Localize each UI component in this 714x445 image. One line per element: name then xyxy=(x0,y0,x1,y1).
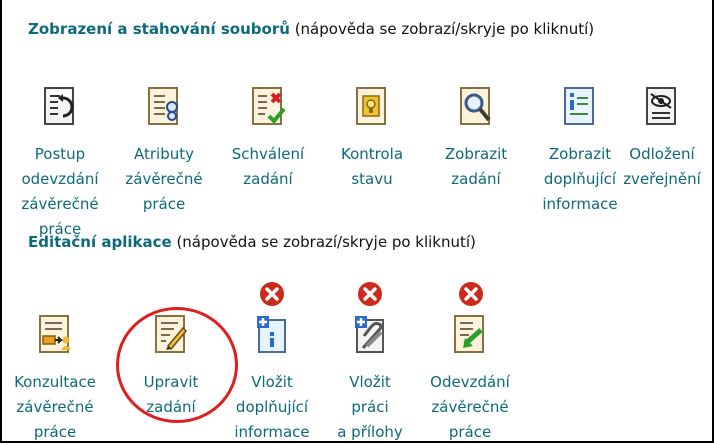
tile-edit-assignment[interactable]: Upravit zadání xyxy=(122,314,220,420)
unavailable-x-icon xyxy=(458,281,484,307)
tile-submit-thesis[interactable]: Odevzdání závěrečné práce xyxy=(418,314,522,445)
status-check-icon xyxy=(353,86,391,126)
tile-label[interactable]: Zobrazit zadání xyxy=(424,142,528,192)
tile-publication-deferral[interactable]: Odložení zveřejnění xyxy=(612,86,712,192)
tile-label[interactable]: Odložení zveřejnění xyxy=(612,142,712,192)
tile-label[interactable]: Odevzdání závěrečné práce xyxy=(418,370,522,445)
tile-label[interactable]: Vložit doplňující informace xyxy=(220,370,324,445)
tile-label[interactable]: Upravit zadání xyxy=(122,370,220,420)
tile-label[interactable]: Schválení zadání xyxy=(216,142,320,192)
publication-deferral-icon xyxy=(643,86,681,126)
insert-thesis-attachments-icon xyxy=(351,314,389,354)
tile-thesis-consultations[interactable]: Konzultace závěrečné práce xyxy=(6,314,104,445)
tile-view-assignment[interactable]: Zobrazit zadání xyxy=(424,86,528,192)
assignment-approval-icon xyxy=(249,86,287,126)
insert-supplementary-info-icon xyxy=(253,314,291,354)
section-edit-hint: (nápověda se zobrazí/skryje po kliknutí) xyxy=(171,233,476,251)
tile-label[interactable]: Konzultace závěrečné práce xyxy=(6,370,104,445)
tile-insert-thesis-attachments[interactable]: Vložit práci a přílohy xyxy=(322,314,418,445)
tile-thesis-attributes[interactable]: Atributy závěrečné práce xyxy=(112,86,216,217)
section-edit-header[interactable]: Editační aplikace (nápověda se zobrazí/s… xyxy=(28,233,476,251)
section-download-hint: (nápověda se zobrazí/skryje po kliknutí) xyxy=(289,20,595,38)
tile-label[interactable]: Vložit práci a přílohy xyxy=(322,370,418,445)
section-edit-title[interactable]: Editační aplikace xyxy=(28,233,172,251)
section-download-header[interactable]: Zobrazení a stahování souborů (nápověda … xyxy=(28,20,594,38)
thesis-attributes-icon xyxy=(145,86,183,126)
thesis-submission-progress-icon xyxy=(41,86,79,126)
thesis-consultations-icon xyxy=(36,314,74,354)
supplementary-info-icon xyxy=(561,86,599,126)
tile-label[interactable]: Atributy závěrečné práce xyxy=(112,142,216,217)
tile-label[interactable]: Postup odevzdání závěrečné práce xyxy=(8,142,112,242)
edit-assignment-icon xyxy=(152,314,190,354)
section-download-title[interactable]: Zobrazení a stahování souborů xyxy=(28,20,290,38)
tile-insert-supplementary-info[interactable]: Vložit doplňující informace xyxy=(220,314,324,445)
tile-status-check[interactable]: Kontrola stavu xyxy=(320,86,424,192)
tile-label[interactable]: Kontrola stavu xyxy=(320,142,424,192)
submit-thesis-icon xyxy=(451,314,489,354)
tile-assignment-approval[interactable]: Schválení zadání xyxy=(216,86,320,192)
unavailable-x-icon xyxy=(357,281,383,307)
view-assignment-icon xyxy=(457,86,495,126)
tile-thesis-submission-progress[interactable]: Postup odevzdání závěrečné práce xyxy=(8,86,112,242)
unavailable-x-icon xyxy=(259,281,285,307)
